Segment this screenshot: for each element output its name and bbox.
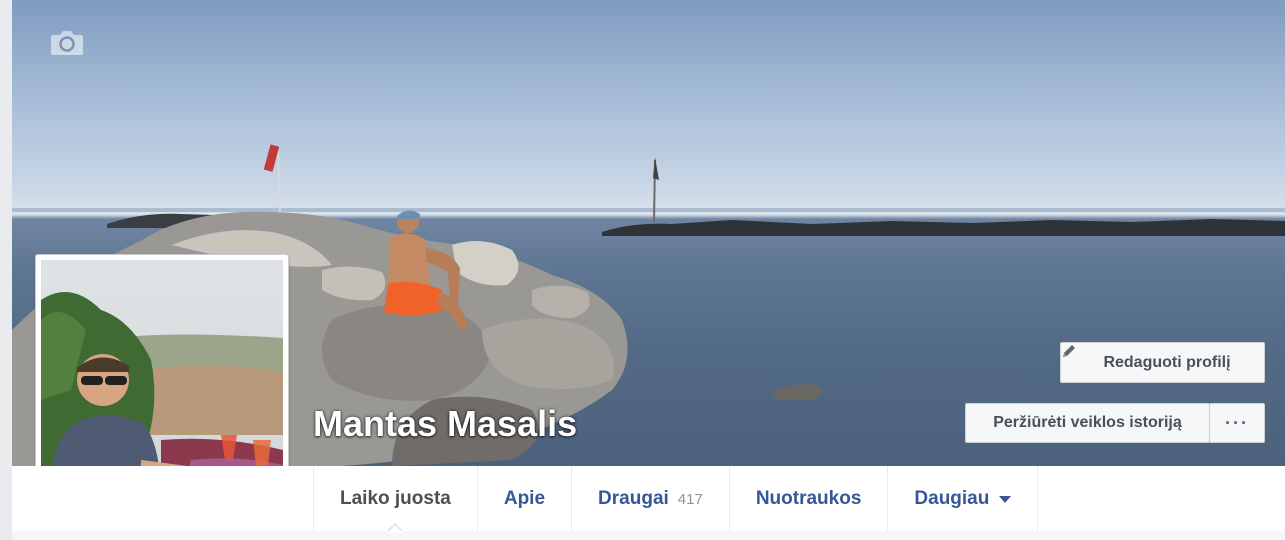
tab-about[interactable]: Apie	[478, 466, 573, 532]
chevron-down-icon	[999, 495, 1012, 503]
more-options-button[interactable]: ···	[1209, 403, 1265, 443]
profile-page: Mantas Masalis Redaguoti profilį Peržiūr…	[12, 0, 1285, 540]
view-activity-log-button[interactable]: Peržiūrėti veiklos istoriją	[965, 403, 1210, 443]
tab-label: Apie	[503, 488, 546, 509]
profile-name[interactable]: Mantas Masalis	[313, 403, 577, 445]
tab-photos[interactable]: Nuotraukos	[730, 466, 889, 532]
tab-more[interactable]: Daugiau	[888, 466, 1039, 532]
tab-label: Draugai	[598, 488, 669, 509]
profile-photo	[41, 260, 283, 501]
tab-friends[interactable]: Draugai 417	[572, 466, 730, 532]
tab-label: Nuotraukos	[755, 488, 862, 509]
edit-profile-button[interactable]: Redaguoti profilį	[1060, 342, 1265, 383]
tab-timeline[interactable]: Laiko juosta	[314, 466, 478, 533]
tab-label: Daugiau	[914, 488, 990, 509]
nav-bottom-shade	[12, 531, 1285, 540]
update-cover-photo-button[interactable]	[50, 28, 86, 58]
profile-nav-bar: Laiko juosta Apie Draugai 417 Nuotraukos…	[12, 466, 1285, 540]
friends-count: 417	[677, 490, 703, 508]
camera-icon	[51, 31, 83, 55]
edit-profile-label: Redaguoti profilį	[1103, 353, 1231, 371]
tab-label: Laiko juosta	[340, 488, 451, 509]
profile-tabs: Laiko juosta Apie Draugai 417 Nuotraukos…	[313, 466, 1039, 533]
